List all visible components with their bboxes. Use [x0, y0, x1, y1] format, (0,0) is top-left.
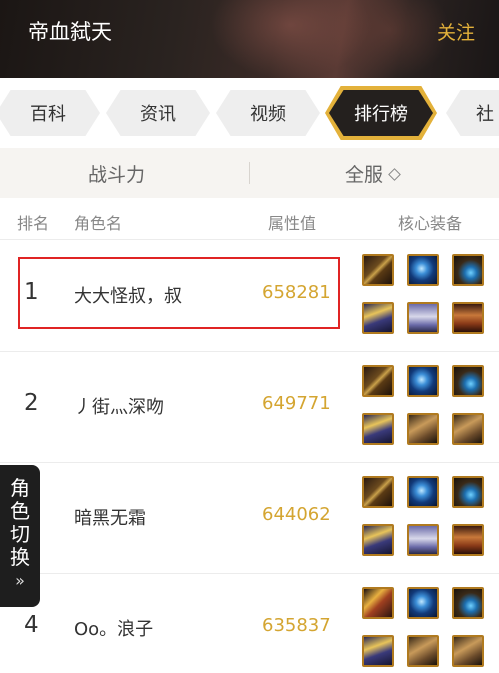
double-chevron-right-icon: »	[15, 571, 25, 590]
side-tab-char: 切	[10, 522, 30, 546]
table-row[interactable]: 4 Oo。浪子 635837	[0, 574, 499, 673]
armor-icon[interactable]	[362, 524, 394, 556]
player-name: Oo。浪子	[74, 619, 154, 640]
table-row[interactable]: 2 丿街灬深吻 649771	[0, 352, 499, 463]
side-tab-char: 色	[10, 499, 30, 523]
table-row[interactable]: 1 大大怪叔，叔 658281	[0, 241, 499, 352]
power-value: 658281	[262, 282, 331, 303]
player-name: 暗黑无霜	[74, 508, 146, 529]
page-title: 帝血弑天	[28, 20, 112, 44]
gloves-icon[interactable]	[452, 635, 484, 667]
power-value: 649771	[262, 393, 331, 414]
table-header: 排名 角色名 属性值 核心装备	[0, 198, 499, 240]
boots-icon[interactable]	[452, 524, 484, 556]
pants-icon[interactable]	[407, 524, 439, 556]
player-name: 丿街灬深吻	[74, 397, 164, 418]
rank-number: 2	[24, 390, 39, 416]
necklace-icon[interactable]	[452, 365, 484, 397]
boots-icon[interactable]	[452, 302, 484, 334]
tab-community[interactable]: 社	[446, 90, 499, 136]
sword-icon[interactable]	[362, 254, 394, 286]
power-value: 635837	[262, 615, 331, 636]
gloves-icon[interactable]	[407, 413, 439, 445]
server-selector[interactable]: 全服	[345, 160, 401, 187]
table-row[interactable]: 3 暗黑无霜 644062	[0, 463, 499, 574]
orb-icon[interactable]	[407, 587, 439, 619]
gloves-icon[interactable]	[452, 413, 484, 445]
character-switch-tab[interactable]: 角 色 切 换 »	[0, 465, 40, 607]
side-tab-char: 换	[10, 545, 30, 569]
necklace-icon[interactable]	[452, 587, 484, 619]
side-tab-char: 角	[10, 476, 30, 500]
orb-icon[interactable]	[407, 476, 439, 508]
ranking-type-label: 战斗力	[88, 164, 146, 186]
tab-bar: 百科 资讯 视频 排行榜 社	[0, 80, 499, 146]
rank-number: 4	[24, 612, 39, 638]
armor-icon[interactable]	[362, 635, 394, 667]
tab-wiki[interactable]: 百科	[0, 90, 100, 136]
gloves-icon[interactable]	[407, 635, 439, 667]
necklace-icon[interactable]	[452, 254, 484, 286]
col-value: 属性值	[268, 214, 317, 233]
dropdown-diamond-icon	[388, 168, 401, 181]
armor-icon[interactable]	[362, 302, 394, 334]
rank-number: 1	[24, 279, 39, 305]
sword-icon[interactable]	[362, 476, 394, 508]
follow-button[interactable]: 关注	[437, 18, 475, 45]
player-name: 大大怪叔，叔	[74, 286, 182, 307]
staff-icon[interactable]	[362, 587, 394, 619]
pants-icon[interactable]	[407, 302, 439, 334]
ranking-type-selector[interactable]: 战斗力	[88, 160, 145, 187]
filter-bar: 战斗力 全服	[0, 148, 499, 198]
col-rank: 排名	[17, 214, 50, 233]
tab-videos[interactable]: 视频	[216, 90, 320, 136]
sword-icon[interactable]	[362, 365, 394, 397]
col-equipment: 核心装备	[398, 214, 463, 233]
tab-leaderboard[interactable]: 排行榜	[329, 90, 433, 136]
server-label: 全服	[345, 164, 384, 186]
orb-icon[interactable]	[407, 365, 439, 397]
necklace-icon[interactable]	[452, 476, 484, 508]
armor-icon[interactable]	[362, 413, 394, 445]
filter-divider	[249, 162, 250, 184]
header-art-2	[330, 0, 450, 78]
col-name: 角色名	[74, 214, 123, 233]
power-value: 644062	[262, 504, 331, 525]
orb-icon[interactable]	[407, 254, 439, 286]
header-bar: 帝血弑天 关注	[0, 0, 499, 78]
tab-news[interactable]: 资讯	[106, 90, 210, 136]
